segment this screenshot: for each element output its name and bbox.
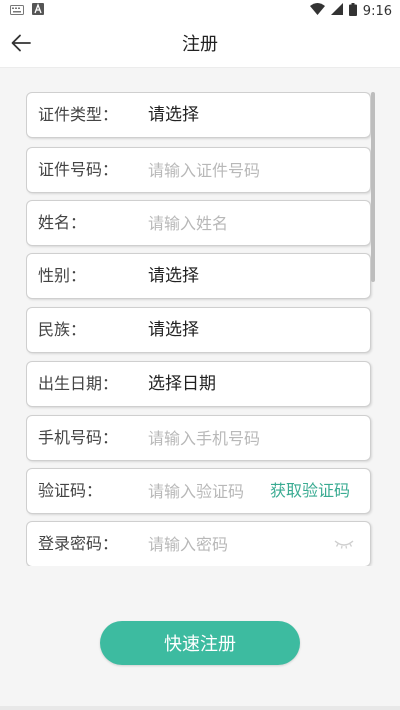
field-label: 出生日期： — [38, 374, 119, 393]
field-label: 性别： — [38, 266, 87, 285]
status-right-icons: 9:16 — [309, 2, 392, 20]
status-left-icons — [10, 3, 44, 19]
page-title: 注册 — [182, 34, 218, 55]
id-type-select[interactable]: 请选择 — [148, 93, 199, 137]
password-field: 登录密码： — [26, 521, 371, 566]
phone-input[interactable] — [148, 423, 348, 453]
password-input[interactable] — [148, 529, 266, 559]
verification-code-input[interactable] — [148, 476, 266, 506]
wifi-icon — [309, 3, 325, 19]
id-number-input[interactable] — [148, 155, 348, 185]
quick-register-button[interactable]: 快速注册 — [100, 621, 300, 665]
field-label: 姓名： — [38, 213, 87, 232]
id-number-field: 证件号码： — [26, 147, 371, 193]
field-label: 手机号码： — [38, 428, 119, 447]
name-field: 姓名： — [26, 200, 371, 246]
verification-code-field: 验证码： 获取验证码 — [26, 468, 371, 514]
font-a-icon — [32, 3, 44, 19]
field-label: 验证码： — [38, 481, 103, 500]
birth-date-picker[interactable]: 选择日期 — [148, 362, 216, 406]
gender-field[interactable]: 性别： 请选择 — [26, 253, 371, 299]
field-label: 民族： — [38, 320, 87, 339]
status-bar: 9:16 — [0, 0, 400, 22]
get-code-button[interactable]: 获取验证码 — [270, 469, 350, 513]
back-button[interactable] — [6, 30, 36, 60]
arrow-left-icon — [11, 34, 31, 56]
ethnicity-select[interactable]: 请选择 — [148, 308, 199, 352]
app-bar: 注册 — [0, 22, 400, 68]
field-label: 证件号码： — [38, 160, 119, 179]
phone-field: 手机号码： — [26, 415, 371, 461]
birth-date-field[interactable]: 出生日期： 选择日期 — [26, 361, 371, 407]
ethnicity-field[interactable]: 民族： 请选择 — [26, 307, 371, 353]
gender-select[interactable]: 请选择 — [148, 254, 199, 298]
field-label: 证件类型： — [38, 105, 119, 124]
field-label: 登录密码： — [38, 534, 119, 553]
signal-icon — [330, 3, 343, 19]
id-type-field[interactable]: 证件类型： 请选择 — [26, 92, 371, 138]
system-nav-bar — [0, 706, 400, 710]
registration-form: 证件类型： 请选择 证件号码： 姓名： 性别： 请选择 民族： 请选择 出生日期… — [26, 92, 374, 566]
status-time: 9:16 — [362, 3, 392, 19]
eye-closed-icon[interactable] — [333, 535, 355, 553]
battery-icon — [348, 2, 357, 20]
scrollbar-thumb[interactable] — [371, 92, 375, 282]
form-scrollbar[interactable] — [371, 92, 375, 566]
keyboard-icon — [10, 4, 24, 19]
name-input[interactable] — [148, 208, 348, 238]
